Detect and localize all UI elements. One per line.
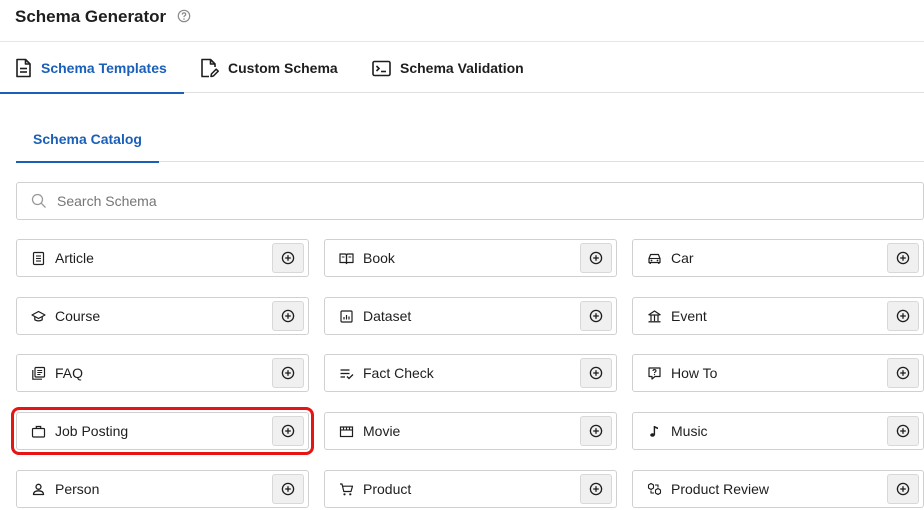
add-person-button[interactable] [272, 474, 304, 504]
article-icon [32, 251, 45, 266]
app-header: Schema Generator [0, 0, 924, 42]
schema-label: Movie [363, 423, 401, 439]
schema-card-fact-check[interactable]: Fact Check [324, 354, 617, 392]
add-how-to-button[interactable] [887, 358, 919, 388]
help-icon[interactable] [177, 9, 191, 23]
faq-icon [32, 366, 46, 380]
car-icon [648, 253, 661, 264]
plus-circle-icon [589, 309, 603, 323]
movie-icon [339, 426, 354, 438]
schema-card-product[interactable]: Product [324, 470, 617, 508]
schema-label: Car [671, 250, 694, 266]
schema-card-product-review[interactable]: Product Review [632, 470, 924, 508]
schema-label: Article [55, 250, 94, 266]
tab-label: Schema Templates [41, 60, 167, 76]
schema-label: Person [55, 481, 100, 497]
schema-card-event[interactable]: Event [632, 297, 924, 335]
tab-label: Custom Schema [228, 60, 338, 76]
search-icon [31, 193, 46, 208]
schema-card-car[interactable]: Car [632, 239, 924, 277]
schema-card-faq[interactable]: FAQ [16, 354, 309, 392]
add-faq-button[interactable] [272, 358, 304, 388]
add-job-posting-button[interactable] [272, 416, 304, 446]
catalog-tabs: Schema Catalog [16, 116, 924, 163]
schema-card-how-to[interactable]: How To [632, 354, 924, 392]
tab-schema-templates[interactable]: Schema Templates [0, 43, 184, 94]
main-tabs: Schema Templates Custom Schema Schema Va… [0, 43, 924, 94]
plus-circle-icon [589, 424, 603, 438]
add-car-button[interactable] [887, 243, 919, 273]
plus-circle-icon [281, 251, 295, 265]
plus-circle-icon [281, 482, 295, 496]
schema-card-article[interactable]: Article [16, 239, 309, 277]
briefcase-icon [31, 425, 46, 438]
add-article-button[interactable] [272, 243, 304, 273]
add-course-button[interactable] [272, 301, 304, 331]
schema-card-dataset[interactable]: Dataset [324, 297, 617, 335]
schema-card-book[interactable]: Book [324, 239, 617, 277]
event-icon [648, 310, 661, 323]
tab-label: Schema Validation [400, 60, 524, 76]
schema-label: FAQ [55, 365, 84, 381]
add-movie-button[interactable] [580, 416, 612, 446]
course-icon [31, 310, 46, 322]
dataset-icon [340, 310, 353, 323]
schema-label: Book [363, 250, 395, 266]
schema-card-course[interactable]: Course [16, 297, 309, 335]
add-product-button[interactable] [580, 474, 612, 504]
music-note-icon [650, 426, 658, 437]
schema-label: Dataset [363, 308, 412, 324]
add-dataset-button[interactable] [580, 301, 612, 331]
tab-custom-schema[interactable]: Custom Schema [200, 43, 338, 93]
search-box [16, 182, 924, 220]
product-review-icon [647, 482, 662, 496]
add-music-button[interactable] [887, 416, 919, 446]
schema-label: Fact Check [363, 365, 434, 381]
schema-card-person[interactable]: Person [16, 470, 309, 508]
schema-label: Product [363, 481, 412, 497]
plus-circle-icon [281, 309, 295, 323]
how-to-icon [648, 367, 661, 380]
plus-circle-icon [281, 366, 295, 380]
cart-icon [340, 483, 354, 496]
add-event-button[interactable] [887, 301, 919, 331]
plus-circle-icon [896, 366, 910, 380]
add-fact-check-button[interactable] [580, 358, 612, 388]
tab-schema-validation[interactable]: Schema Validation [372, 43, 524, 93]
search-input[interactable] [57, 193, 907, 209]
plus-circle-icon [896, 309, 910, 323]
schema-card-job-posting[interactable]: Job Posting [11, 407, 314, 455]
book-icon [339, 253, 354, 265]
add-book-button[interactable] [580, 243, 612, 273]
schema-label: Job Posting [55, 423, 129, 439]
tab-schema-catalog[interactable]: Schema Catalog [16, 116, 159, 163]
schema-card-music[interactable]: Music [632, 412, 924, 450]
schema-label: Music [671, 423, 708, 439]
page-title: Schema Generator [15, 7, 167, 26]
schema-label: Product Review [671, 481, 770, 497]
plus-circle-icon [896, 424, 910, 438]
terminal-icon [372, 60, 391, 76]
plus-circle-icon [896, 482, 910, 496]
schema-label: How To [671, 365, 718, 381]
schema-card-movie[interactable]: Movie [324, 412, 617, 450]
add-product-review-button[interactable] [887, 474, 919, 504]
plus-circle-icon [281, 424, 295, 438]
plus-circle-icon [589, 251, 603, 265]
plus-circle-icon [589, 366, 603, 380]
document-icon [16, 58, 31, 78]
fact-check-icon [340, 369, 354, 380]
schema-label: Course [55, 308, 101, 324]
plus-circle-icon [589, 482, 603, 496]
schema-label: Event [671, 308, 707, 324]
person-icon [32, 483, 45, 496]
edit-document-icon [201, 58, 219, 78]
plus-circle-icon [896, 251, 910, 265]
